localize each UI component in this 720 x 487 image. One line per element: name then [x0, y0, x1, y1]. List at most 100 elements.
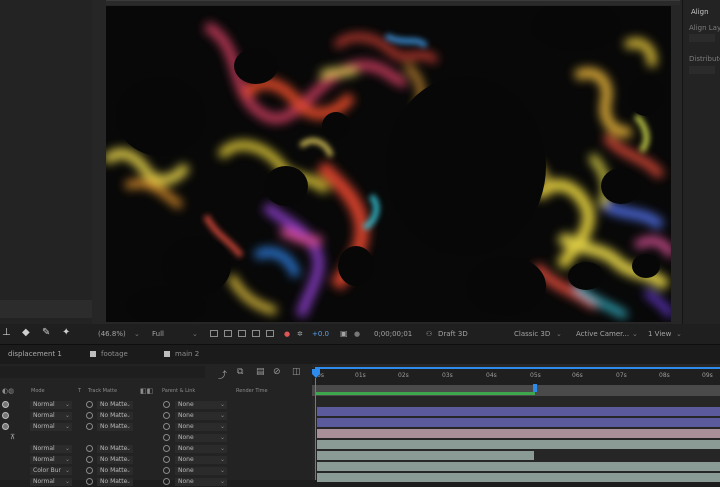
track-matte-dropdown[interactable]: No Matte ⌄: [97, 445, 133, 453]
layer-row[interactable]: Normal ⌄ No Matte ⌄ None ⌄: [0, 455, 312, 465]
matte-link-icon[interactable]: [86, 423, 93, 430]
snapshot-camera-icon[interactable]: ▣: [340, 329, 348, 338]
parent-pickwhip-icon[interactable]: [163, 467, 170, 474]
layer-mode-dropdown[interactable]: Normal ⌄: [30, 456, 72, 464]
current-timecode[interactable]: 0;00;00;01: [374, 330, 412, 338]
solo-icon[interactable]: ⊼: [10, 433, 15, 441]
tab-footage[interactable]: footage: [90, 350, 128, 358]
exposure-value[interactable]: +0.0: [312, 330, 329, 338]
parent-pickwhip-icon[interactable]: [163, 445, 170, 452]
matte-link-icon[interactable]: [86, 467, 93, 474]
eraser-tool-icon[interactable]: ◆: [22, 327, 30, 338]
layer-row[interactable]: Color Bur ⌄ No Matte ⌄ None ⌄: [0, 466, 312, 476]
show-snapshot-icon[interactable]: ●: [354, 330, 360, 338]
track-matte-dropdown[interactable]: No Matte ⌄: [97, 456, 133, 464]
transparency-grid-icon[interactable]: [224, 330, 232, 339]
tab-main-2[interactable]: main 2: [164, 350, 199, 358]
track-matte-dropdown[interactable]: No Matte ⌄: [97, 478, 133, 486]
layer-bar[interactable]: [317, 429, 720, 438]
parent-pickwhip-icon[interactable]: [163, 434, 170, 441]
draft-3d-icon[interactable]: ⚇: [426, 330, 432, 338]
camera-view-dropdown[interactable]: Active Camer...: [576, 330, 629, 338]
motion-blur-icon[interactable]: ⊘: [273, 367, 281, 377]
chevron-down-icon: ⌄: [64, 423, 70, 430]
project-selected-row[interactable]: [0, 300, 92, 318]
resolution-dropdown[interactable]: Full: [152, 330, 164, 338]
view-layout-dropdown[interactable]: 1 View: [648, 330, 671, 338]
matte-link-icon[interactable]: [86, 478, 93, 485]
color-management-icon[interactable]: ✲: [297, 330, 303, 338]
layer-row[interactable]: Normal ⌄ No Matte ⌄ None ⌄: [0, 477, 312, 487]
track-matte-dropdown[interactable]: No Matte ⌄: [97, 401, 133, 409]
layer-mode-dropdown[interactable]: Normal ⌄: [30, 412, 72, 420]
layer-mode-dropdown[interactable]: Normal ⌄: [30, 423, 72, 431]
graph-icon[interactable]: ◫: [292, 367, 301, 377]
chevron-down-icon: ⌄: [125, 401, 131, 408]
layer-bar[interactable]: [317, 407, 720, 416]
layer-mode-dropdown[interactable]: Normal ⌄: [30, 445, 72, 453]
zoom-dropdown[interactable]: (46.8%): [98, 330, 126, 338]
visibility-eye-icon[interactable]: [2, 401, 9, 408]
layer-bar[interactable]: [317, 418, 720, 427]
stamp-tool-icon[interactable]: ⊥: [2, 327, 11, 338]
color-channel-icon[interactable]: ●: [284, 330, 290, 338]
parent-dropdown[interactable]: None ⌄: [175, 445, 227, 453]
parent-pickwhip-icon[interactable]: [163, 401, 170, 408]
timeline-graph-area[interactable]: 0s 01s 02s 03s 04s 05s 06s 07s 08s 09s: [312, 364, 720, 482]
work-area-end-handle[interactable]: [533, 384, 537, 392]
parent-pickwhip-icon[interactable]: [163, 456, 170, 463]
parent-dropdown[interactable]: None ⌄: [175, 456, 227, 464]
layer-row[interactable]: ⊼ None ⌄: [0, 433, 312, 443]
roto-brush-icon[interactable]: ✎: [42, 327, 50, 338]
layer-bar[interactable]: [317, 451, 534, 460]
puppet-pin-icon[interactable]: ✦: [62, 327, 70, 338]
parent-pickwhip-icon[interactable]: [163, 423, 170, 430]
parent-pickwhip-icon[interactable]: [163, 412, 170, 419]
parent-dropdown[interactable]: None ⌄: [175, 423, 227, 431]
layer-mode-dropdown[interactable]: Color Bur ⌄: [30, 467, 72, 475]
renderer-dropdown[interactable]: Classic 3D: [514, 330, 550, 338]
matte-link-icon[interactable]: [86, 412, 93, 419]
work-area-bar[interactable]: [315, 367, 720, 369]
playhead[interactable]: [312, 369, 320, 378]
chevron-down-icon: ⌄: [64, 456, 70, 463]
layer-mode-dropdown[interactable]: Normal ⌄: [30, 401, 72, 409]
tab-displacement-1[interactable]: displacement 1: [8, 350, 62, 358]
layer-mode-dropdown[interactable]: Normal ⌄: [30, 478, 72, 486]
shy-layers-icon[interactable]: ▤: [256, 367, 265, 377]
track-matte-dropdown[interactable]: No Matte ⌄: [97, 467, 133, 475]
layer-row[interactable]: Normal ⌄ No Matte ⌄ None ⌄: [0, 411, 312, 421]
graph-editor-icon[interactable]: ⤴: [218, 368, 227, 381]
matte-link-icon[interactable]: [86, 445, 93, 452]
chevron-down-icon: ⌄: [125, 412, 131, 419]
draft-mode-icon[interactable]: ⧉: [237, 367, 243, 377]
visibility-eye-icon[interactable]: [2, 412, 9, 419]
layer-row[interactable]: Normal ⌄ No Matte ⌄ None ⌄: [0, 444, 312, 454]
align-buttons-row[interactable]: [689, 34, 715, 42]
parent-dropdown[interactable]: None ⌄: [175, 467, 227, 475]
guides-icon[interactable]: [252, 330, 260, 339]
matte-link-icon[interactable]: [86, 401, 93, 408]
layer-search-field[interactable]: [0, 366, 205, 378]
matte-link-icon[interactable]: [86, 456, 93, 463]
parent-dropdown[interactable]: None ⌄: [175, 412, 227, 420]
parent-dropdown[interactable]: None ⌄: [175, 434, 227, 442]
draft-3d-toggle[interactable]: Draft 3D: [438, 330, 468, 338]
layer-bar[interactable]: [317, 462, 720, 471]
region-of-interest-icon[interactable]: [210, 330, 218, 339]
track-matte-dropdown[interactable]: No Matte ⌄: [97, 412, 133, 420]
parent-dropdown[interactable]: None ⌄: [175, 478, 227, 486]
composition-canvas[interactable]: [106, 6, 671, 322]
channel-icon[interactable]: [266, 330, 274, 339]
distribute-buttons-row[interactable]: [689, 66, 715, 74]
layer-row[interactable]: Normal ⌄ No Matte ⌄ None ⌄: [0, 422, 312, 432]
layer-bar[interactable]: [317, 440, 720, 449]
parent-pickwhip-icon[interactable]: [163, 478, 170, 485]
chevron-down-icon: ⌄: [125, 423, 131, 430]
track-matte-dropdown[interactable]: No Matte ⌄: [97, 423, 133, 431]
visibility-eye-icon[interactable]: [2, 423, 9, 430]
mask-visibility-icon[interactable]: [238, 330, 246, 339]
layer-bar[interactable]: [317, 473, 720, 482]
parent-dropdown[interactable]: None ⌄: [175, 401, 227, 409]
layer-row[interactable]: Normal ⌄ No Matte ⌄ None ⌄: [0, 400, 312, 410]
